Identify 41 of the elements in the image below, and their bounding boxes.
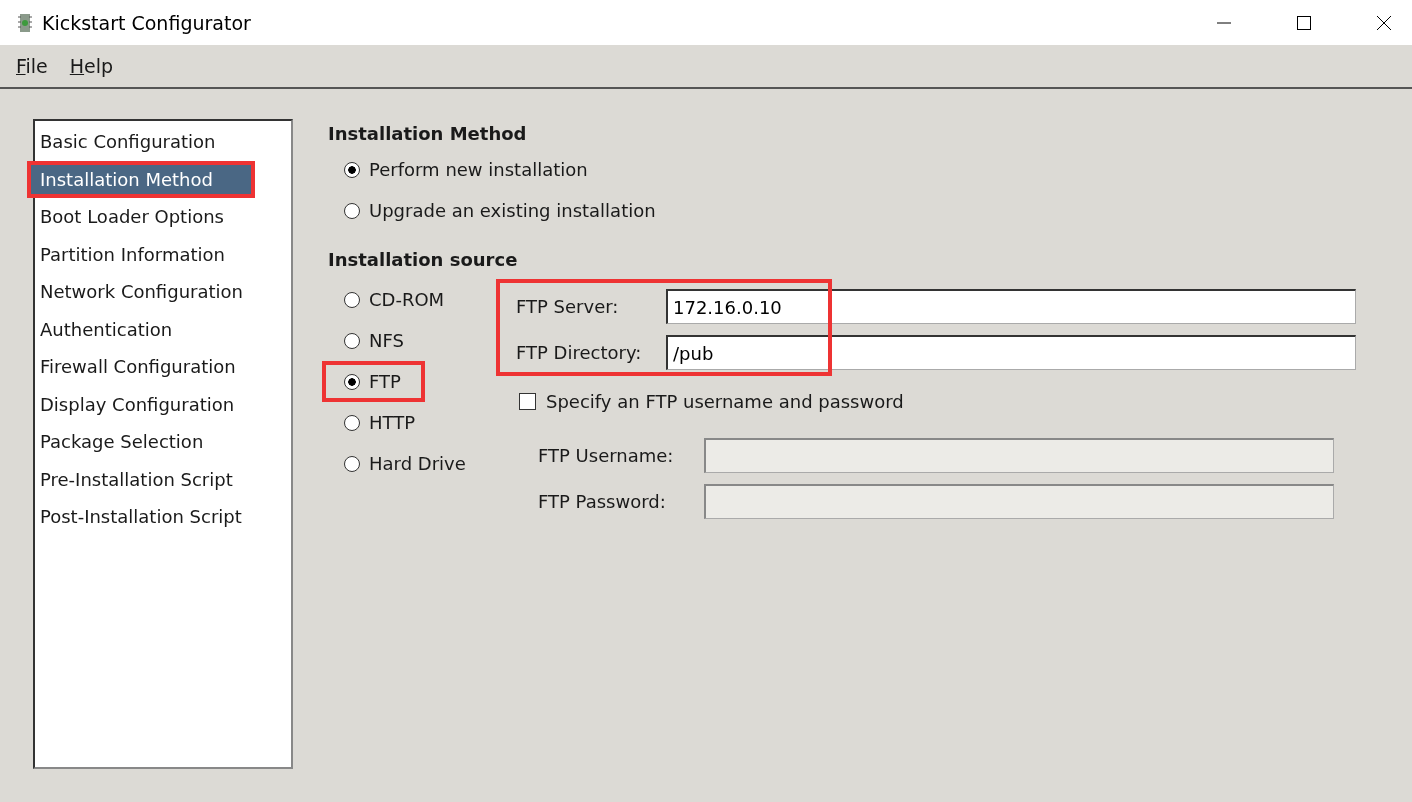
radio-option[interactable]: Upgrade an existing installation — [328, 190, 656, 231]
input-field[interactable]: 172.16.0.10 — [666, 289, 1356, 324]
radio-button[interactable] — [344, 414, 360, 431]
sidebar-item[interactable]: Network Configuration — [35, 273, 291, 311]
field-label: FTP Server: — [516, 296, 620, 317]
sidebar-item[interactable]: Basic Configuration — [35, 123, 291, 161]
checkbox[interactable] — [519, 392, 536, 410]
radio-option[interactable]: Perform new installation — [328, 149, 588, 190]
field-label: FTP Username: — [538, 445, 675, 466]
section-heading: Installation source — [328, 248, 519, 272]
radio-button[interactable] — [344, 332, 360, 349]
radio-option[interactable]: FTP — [324, 363, 423, 400]
sidebar-item[interactable]: Display Configuration — [35, 385, 291, 423]
radio-option[interactable]: CD-ROM — [328, 279, 445, 320]
sidebar-item[interactable]: Package Selection — [35, 423, 291, 461]
close-icon[interactable] — [1376, 14, 1392, 31]
radio-button[interactable] — [344, 291, 360, 308]
sidebar-item[interactable]: Installation Method — [27, 160, 255, 198]
radio-button[interactable] — [344, 161, 360, 178]
field-label: FTP Directory: — [516, 342, 643, 363]
radio-option[interactable]: HTTP — [328, 402, 416, 443]
radio-option[interactable]: NFS — [328, 320, 404, 361]
radio-button[interactable] — [344, 455, 360, 472]
sidebar-item[interactable]: Post-Installation Script — [35, 498, 291, 536]
field-label: FTP Password: — [538, 491, 667, 512]
input-field[interactable]: /pub — [666, 335, 1356, 370]
radio-button[interactable] — [344, 373, 360, 390]
radio-button[interactable] — [344, 202, 360, 219]
sidebar-item[interactable]: Pre-Installation Script — [35, 460, 291, 498]
window-title: Kickstart Configurator — [42, 11, 252, 34]
menu-item[interactable]: Help — [69, 53, 114, 79]
maximize-icon[interactable] — [1296, 14, 1312, 31]
sidebar-item[interactable]: Authentication — [35, 310, 291, 348]
menu-item[interactable]: File — [16, 53, 48, 79]
sidebar-item[interactable]: Firewall Configuration — [35, 348, 291, 386]
sidebar-item[interactable]: Partition Information — [35, 235, 291, 273]
radio-option[interactable]: Hard Drive — [328, 443, 466, 484]
sidebar-item[interactable]: Boot Loader Options — [35, 198, 291, 236]
checkbox-label[interactable]: Specify an FTP username and password — [546, 390, 904, 412]
app-icon — [16, 11, 34, 34]
section-heading: Installation Method — [328, 122, 528, 146]
